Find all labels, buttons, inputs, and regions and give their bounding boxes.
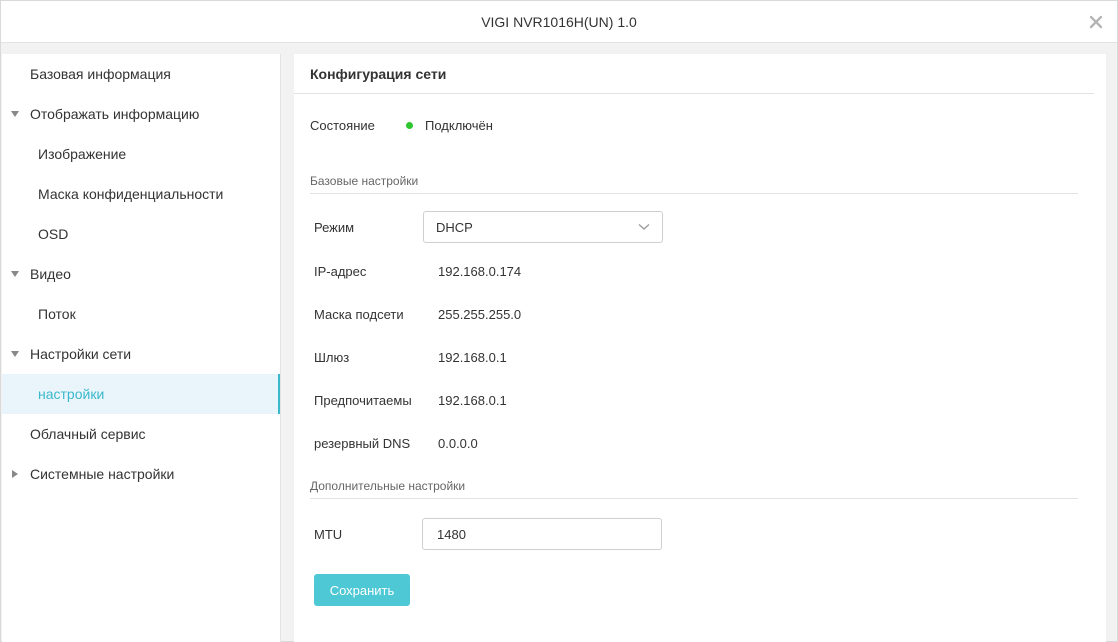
sidebar-item-video[interactable]: Видео	[2, 254, 280, 294]
triangle-down-icon	[10, 109, 20, 119]
dialog-window: VIGI NVR1016H(UN) 1.0 Базовая информация…	[0, 0, 1118, 642]
sidebar-item-system-settings[interactable]: Системные настройки	[2, 454, 280, 494]
basic-settings-section: Базовые настройки	[310, 174, 1078, 194]
mode-select[interactable]: DHCP	[423, 211, 663, 243]
mode-label: Режим	[314, 219, 355, 235]
gateway-label: Шлюз	[314, 349, 350, 365]
preferred-dns-value: 192.168.0.1	[438, 392, 507, 408]
ip-label: IP-адрес	[314, 263, 367, 279]
window-title: VIGI NVR1016H(UN) 1.0	[481, 13, 637, 30]
main-panel: Конфигурация сети Состояние Подключён Ба…	[294, 54, 1106, 642]
sidebar-item-label: Системные настройки	[30, 466, 175, 482]
sidebar-item-stream[interactable]: Поток	[2, 294, 280, 334]
sidebar-item-label: Поток	[38, 306, 76, 322]
backup-dns-value: 0.0.0.0	[438, 435, 478, 451]
status-label: Состояние	[310, 118, 375, 133]
status-value: Подключён	[425, 118, 493, 133]
triangle-right-icon	[10, 469, 20, 479]
mask-row: Маска подсети 255.255.255.0	[314, 298, 914, 330]
mtu-label: MTU	[314, 526, 343, 542]
sidebar-item-cloud-service[interactable]: Облачный сервис	[2, 414, 280, 454]
gateway-row: Шлюз 192.168.0.1	[314, 341, 914, 373]
sidebar-item-osd[interactable]: OSD	[2, 214, 280, 254]
ip-row: IP-адрес 192.168.0.174	[314, 255, 914, 287]
backup-dns-label: резервный DNS	[314, 435, 411, 451]
sidebar-item-label: настройки	[38, 386, 105, 402]
status-dot-icon	[406, 122, 413, 129]
mode-select-value: DHCP	[436, 219, 473, 235]
triangle-down-icon	[10, 269, 20, 279]
backup-dns-row: резервный DNS 0.0.0.0	[314, 427, 914, 459]
sidebar-item-display-info[interactable]: Отображать информацию	[2, 94, 280, 134]
sidebar-item-image[interactable]: Изображение	[2, 134, 280, 174]
gateway-value: 192.168.0.1	[438, 349, 507, 365]
sidebar-item-label: Настройки сети	[30, 346, 132, 362]
sidebar-item-privacy-mask[interactable]: Маска конфиденциальности	[2, 174, 280, 214]
mode-row: Режим DHCP	[314, 211, 914, 243]
advanced-settings-section: Дополнительные настройки	[310, 479, 1078, 499]
sidebar-item-network-settings[interactable]: Настройки сети	[2, 334, 280, 374]
sidebar-item-label: Маска конфиденциальности	[38, 186, 224, 202]
chevron-down-icon	[638, 224, 650, 230]
sidebar-item-label: Изображение	[38, 146, 127, 162]
sidebar-item-label: OSD	[38, 226, 69, 242]
sidebar-item-label: Базовая информация	[30, 66, 171, 82]
triangle-down-icon	[10, 349, 20, 359]
title-bar: VIGI NVR1016H(UN) 1.0	[1, 1, 1117, 43]
sidebar: Базовая информация Отображать информацию…	[2, 54, 281, 642]
sidebar-item-label: Видео	[30, 266, 71, 282]
close-button[interactable]	[1087, 13, 1105, 31]
mtu-input[interactable]	[422, 518, 662, 550]
mtu-row: MTU	[314, 518, 914, 550]
close-icon	[1089, 15, 1103, 29]
sidebar-item-label: Облачный сервис	[30, 426, 146, 442]
save-button[interactable]: Сохранить	[314, 574, 410, 606]
sidebar-item-basic-info[interactable]: Базовая информация	[2, 54, 280, 94]
status-row: Состояние Подключён	[310, 118, 493, 133]
sidebar-item-network-config[interactable]: настройки	[2, 374, 280, 414]
mask-value: 255.255.255.0	[438, 306, 522, 322]
page-title: Конфигурация сети	[294, 54, 1094, 94]
mask-label: Маска подсети	[314, 306, 404, 322]
preferred-dns-row: Предпочитаемы 192.168.0.1	[314, 384, 914, 416]
ip-value: 192.168.0.174	[438, 263, 522, 279]
preferred-dns-label: Предпочитаемы	[314, 392, 412, 408]
sidebar-item-label: Отображать информацию	[30, 106, 200, 122]
